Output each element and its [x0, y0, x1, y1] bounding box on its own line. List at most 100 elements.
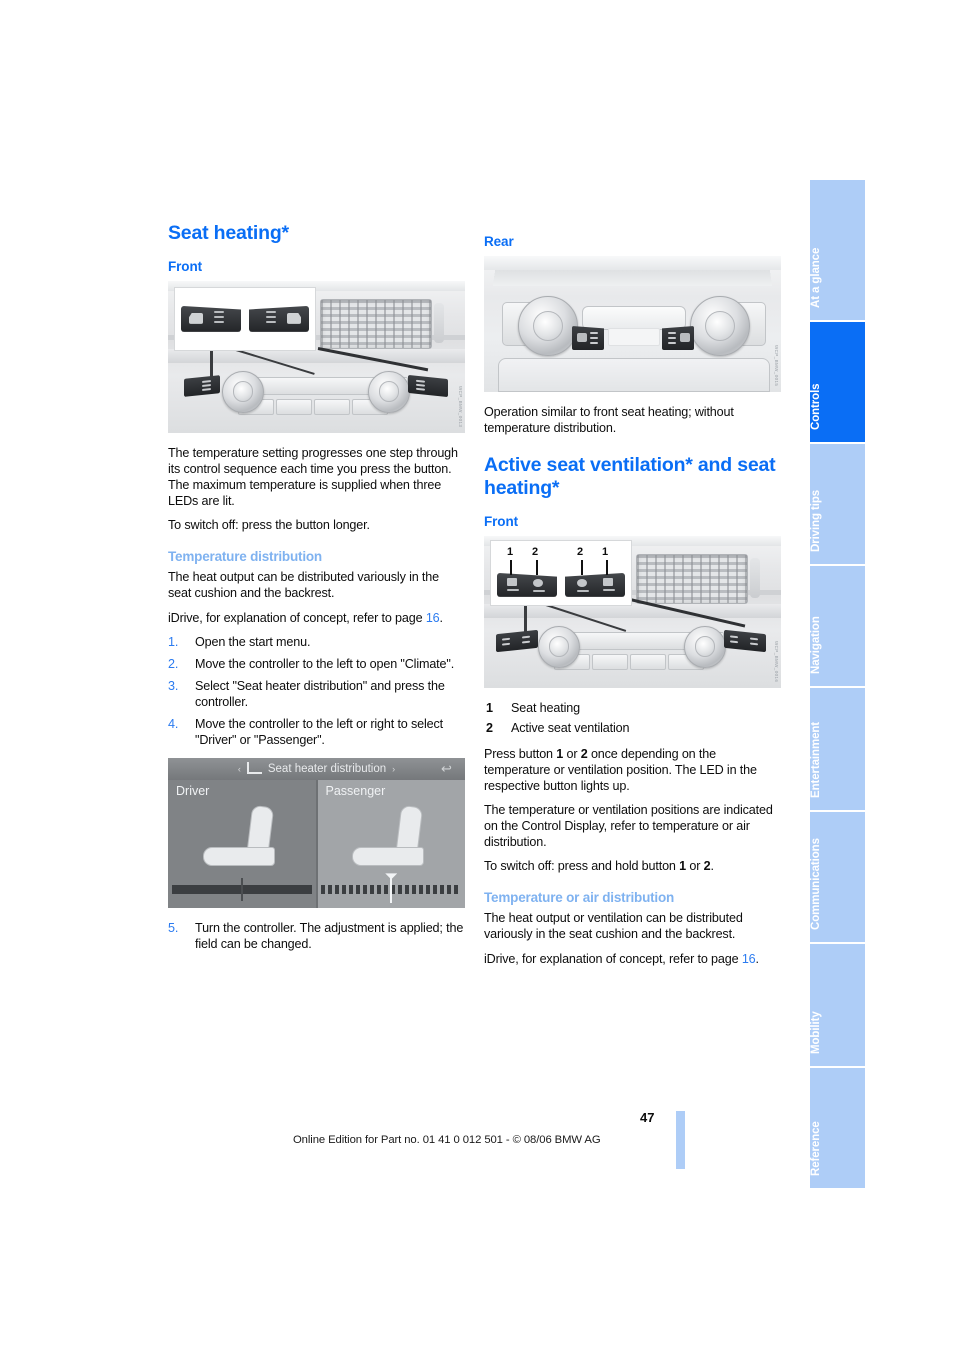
dashboard-photo — [168, 280, 465, 433]
tab-reference[interactable]: Reference — [810, 1068, 865, 1188]
idrive-pane-passenger[interactable]: Passenger — [315, 780, 465, 909]
tab-mobility[interactable]: Mobility — [810, 944, 865, 1066]
list-item: 1 Seat heating — [484, 700, 781, 716]
page-reference-link-left[interactable]: 16 — [426, 611, 440, 625]
step-text: Move the controller to the left to open … — [195, 656, 455, 671]
tab-navigation[interactable]: Navigation — [810, 566, 865, 686]
vent-heat-button-left — [496, 629, 538, 653]
idrive-lead-period-left: . — [439, 610, 444, 625]
callout-number-1-left: 1 — [507, 545, 514, 558]
figure-active-ventilation: 1 2 2 1 WCP_BMW_0016 — [484, 535, 781, 688]
rear-seat-heat-button-left — [572, 326, 604, 350]
manual-page: Seat heating* Front WCP_BMW_0013 The tem… — [0, 0, 954, 1351]
subheading-rear: Rear — [484, 234, 514, 249]
distribution-slider-passenger[interactable] — [321, 873, 462, 904]
list-item: 2 Active seat ventilation — [484, 720, 781, 736]
steps-list-left-final: 5. Turn the controller. The adjustment is… — [168, 920, 465, 952]
page-number: 47 — [640, 1110, 655, 1125]
rear-seat-heat-button-right — [662, 326, 694, 350]
page-title: Seat heating* — [168, 222, 289, 244]
list-item: 5. Turn the controller. The adjustment is… — [168, 920, 465, 952]
tab-label: Mobility — [810, 1011, 822, 1054]
tab-label: At a glance — [810, 247, 822, 308]
rear-console-photo — [484, 256, 781, 392]
figure-idrive-seat-heater-distribution: ‹ Seat heater distribution › ↩ Driver Pa… — [168, 758, 465, 909]
idrive-pane-driver[interactable]: Driver — [168, 780, 316, 909]
tab-label: Navigation — [810, 616, 822, 674]
figure-code-front: WCP_BMW_0013 — [458, 385, 463, 427]
seat-icon-passenger — [346, 805, 436, 868]
paragraph-rear-operation: Operation similar to front seat heating;… — [484, 405, 734, 436]
left-column: Seat heating* Front WCP_BMW_0013 The tem… — [168, 222, 465, 959]
subheading-temperature-or-air-distribution: Temperature or air distribution — [484, 890, 675, 906]
key-number: 2 — [486, 721, 493, 736]
tab-at-a-glance[interactable]: At a glance — [810, 180, 865, 320]
key-number: 1 — [486, 700, 493, 715]
callout-front-buttons — [174, 286, 316, 351]
key-text: Seat heating — [511, 700, 580, 715]
figure-code-rear: WCP_BMW_0015 — [774, 344, 779, 386]
idrive-pane-passenger-label: Passenger — [325, 784, 386, 799]
return-arrow-icon — [246, 762, 262, 775]
list-item: 3. Select "Seat heater distribution" and … — [168, 678, 465, 710]
callout-number-2-right: 2 — [577, 545, 584, 558]
subheading-front-right: Front — [484, 513, 518, 529]
tab-label: Controls — [810, 383, 822, 430]
seat-icon-driver — [197, 805, 287, 868]
step-number: 2. — [168, 656, 179, 671]
steps-list-left: 1. Open the start menu. 2. Move the contro… — [168, 634, 465, 749]
chapter-tab-rail: At a glance Controls Driving tips Naviga… — [810, 180, 865, 1190]
step-text: Turn the controller. The adjustment is a… — [195, 921, 464, 952]
paragraph-press-button: Press button 1 or 2 once depending on th… — [484, 746, 757, 793]
list-item: 1. Open the start menu. — [168, 634, 465, 650]
idrive-lead-text-right: iDrive, for explanation of concept, refe… — [484, 951, 742, 966]
left-arrow-icon: ‹ — [237, 764, 241, 775]
seat-heat-button-right — [408, 374, 448, 397]
footer-accent-bar — [676, 1111, 685, 1169]
list-item: 4. Move the controller to the left or rig… — [168, 716, 465, 748]
callout-number-2-left: 2 — [532, 545, 539, 558]
paragraph-heat-or-ventilation: The heat output or ventilation can be di… — [484, 911, 743, 942]
distribution-slider-driver[interactable] — [171, 878, 312, 902]
paragraph-idrive-reference-right: iDrive, for explanation of concept, refe… — [484, 951, 781, 967]
step-number: 1. — [168, 634, 179, 649]
paragraph-switch-off: To switch off: press the button longer. — [168, 518, 370, 533]
paragraph-temperature-sequence: The temperature setting progresses one s… — [168, 445, 458, 509]
idrive-lead-text-left: iDrive, for explanation of concept, refe… — [168, 610, 426, 625]
tab-driving-tips[interactable]: Driving tips — [810, 444, 865, 564]
footer-note: Online Edition for Part no. 01 41 0 012 … — [293, 1134, 601, 1146]
back-corner-icon: ↩ — [441, 761, 452, 777]
callout-active-vent-buttons: 1 2 2 1 — [490, 539, 632, 606]
figure-rear-seat-heating: WCP_BMW_0015 — [484, 256, 781, 392]
tab-label: Reference — [810, 1121, 822, 1176]
page-reference-link-right[interactable]: 16 — [742, 952, 756, 966]
step-number: 5. — [168, 921, 179, 936]
idrive-titlebar: ‹ Seat heater distribution › ↩ — [168, 758, 465, 781]
tab-entertainment[interactable]: Entertainment — [810, 688, 865, 810]
tab-controls[interactable]: Controls — [810, 322, 865, 442]
paragraph-idrive-reference-left: iDrive, for explanation of concept, refe… — [168, 610, 465, 626]
figure-front-seat-heating: WCP_BMW_0013 — [168, 280, 465, 433]
list-item: 2. Move the controller to the left to ope… — [168, 656, 465, 672]
key-text: Active seat ventilation — [511, 721, 630, 736]
tab-label: Driving tips — [810, 489, 822, 552]
paragraph-switch-off-right: To switch off: press and hold button 1 o… — [484, 859, 714, 874]
seat-heat-button-left — [184, 374, 220, 397]
step-text: Move the controller to the left or right… — [195, 717, 443, 748]
callout-number-1-right: 1 — [602, 545, 609, 558]
step-text: Open the start menu. — [195, 634, 311, 649]
idrive-content: Driver Passenger — [168, 780, 465, 909]
section-title-active-ventilation: Active seat ventilation* and seat heatin… — [484, 454, 776, 500]
right-column: Rear WCP_BMW_0015 Operation similar to f… — [484, 222, 781, 975]
subheading-temperature-distribution: Temperature distribution — [168, 549, 322, 565]
tab-communications[interactable]: Communications — [810, 812, 865, 942]
idrive-lead-period-right: . — [755, 951, 760, 966]
key-list-buttons: 1 Seat heating 2 Active seat ventilation — [484, 700, 781, 737]
step-number: 4. — [168, 717, 179, 732]
figure-code-active: WCP_BMW_0016 — [774, 640, 779, 682]
tab-label: Entertainment — [810, 721, 822, 798]
vent-heat-button-right — [724, 629, 766, 653]
dashboard-photo-2: 1 2 2 1 — [484, 535, 781, 688]
right-arrow-icon: › — [392, 764, 396, 775]
paragraph-positions-indicated: The temperature or ventilation positions… — [484, 802, 773, 850]
